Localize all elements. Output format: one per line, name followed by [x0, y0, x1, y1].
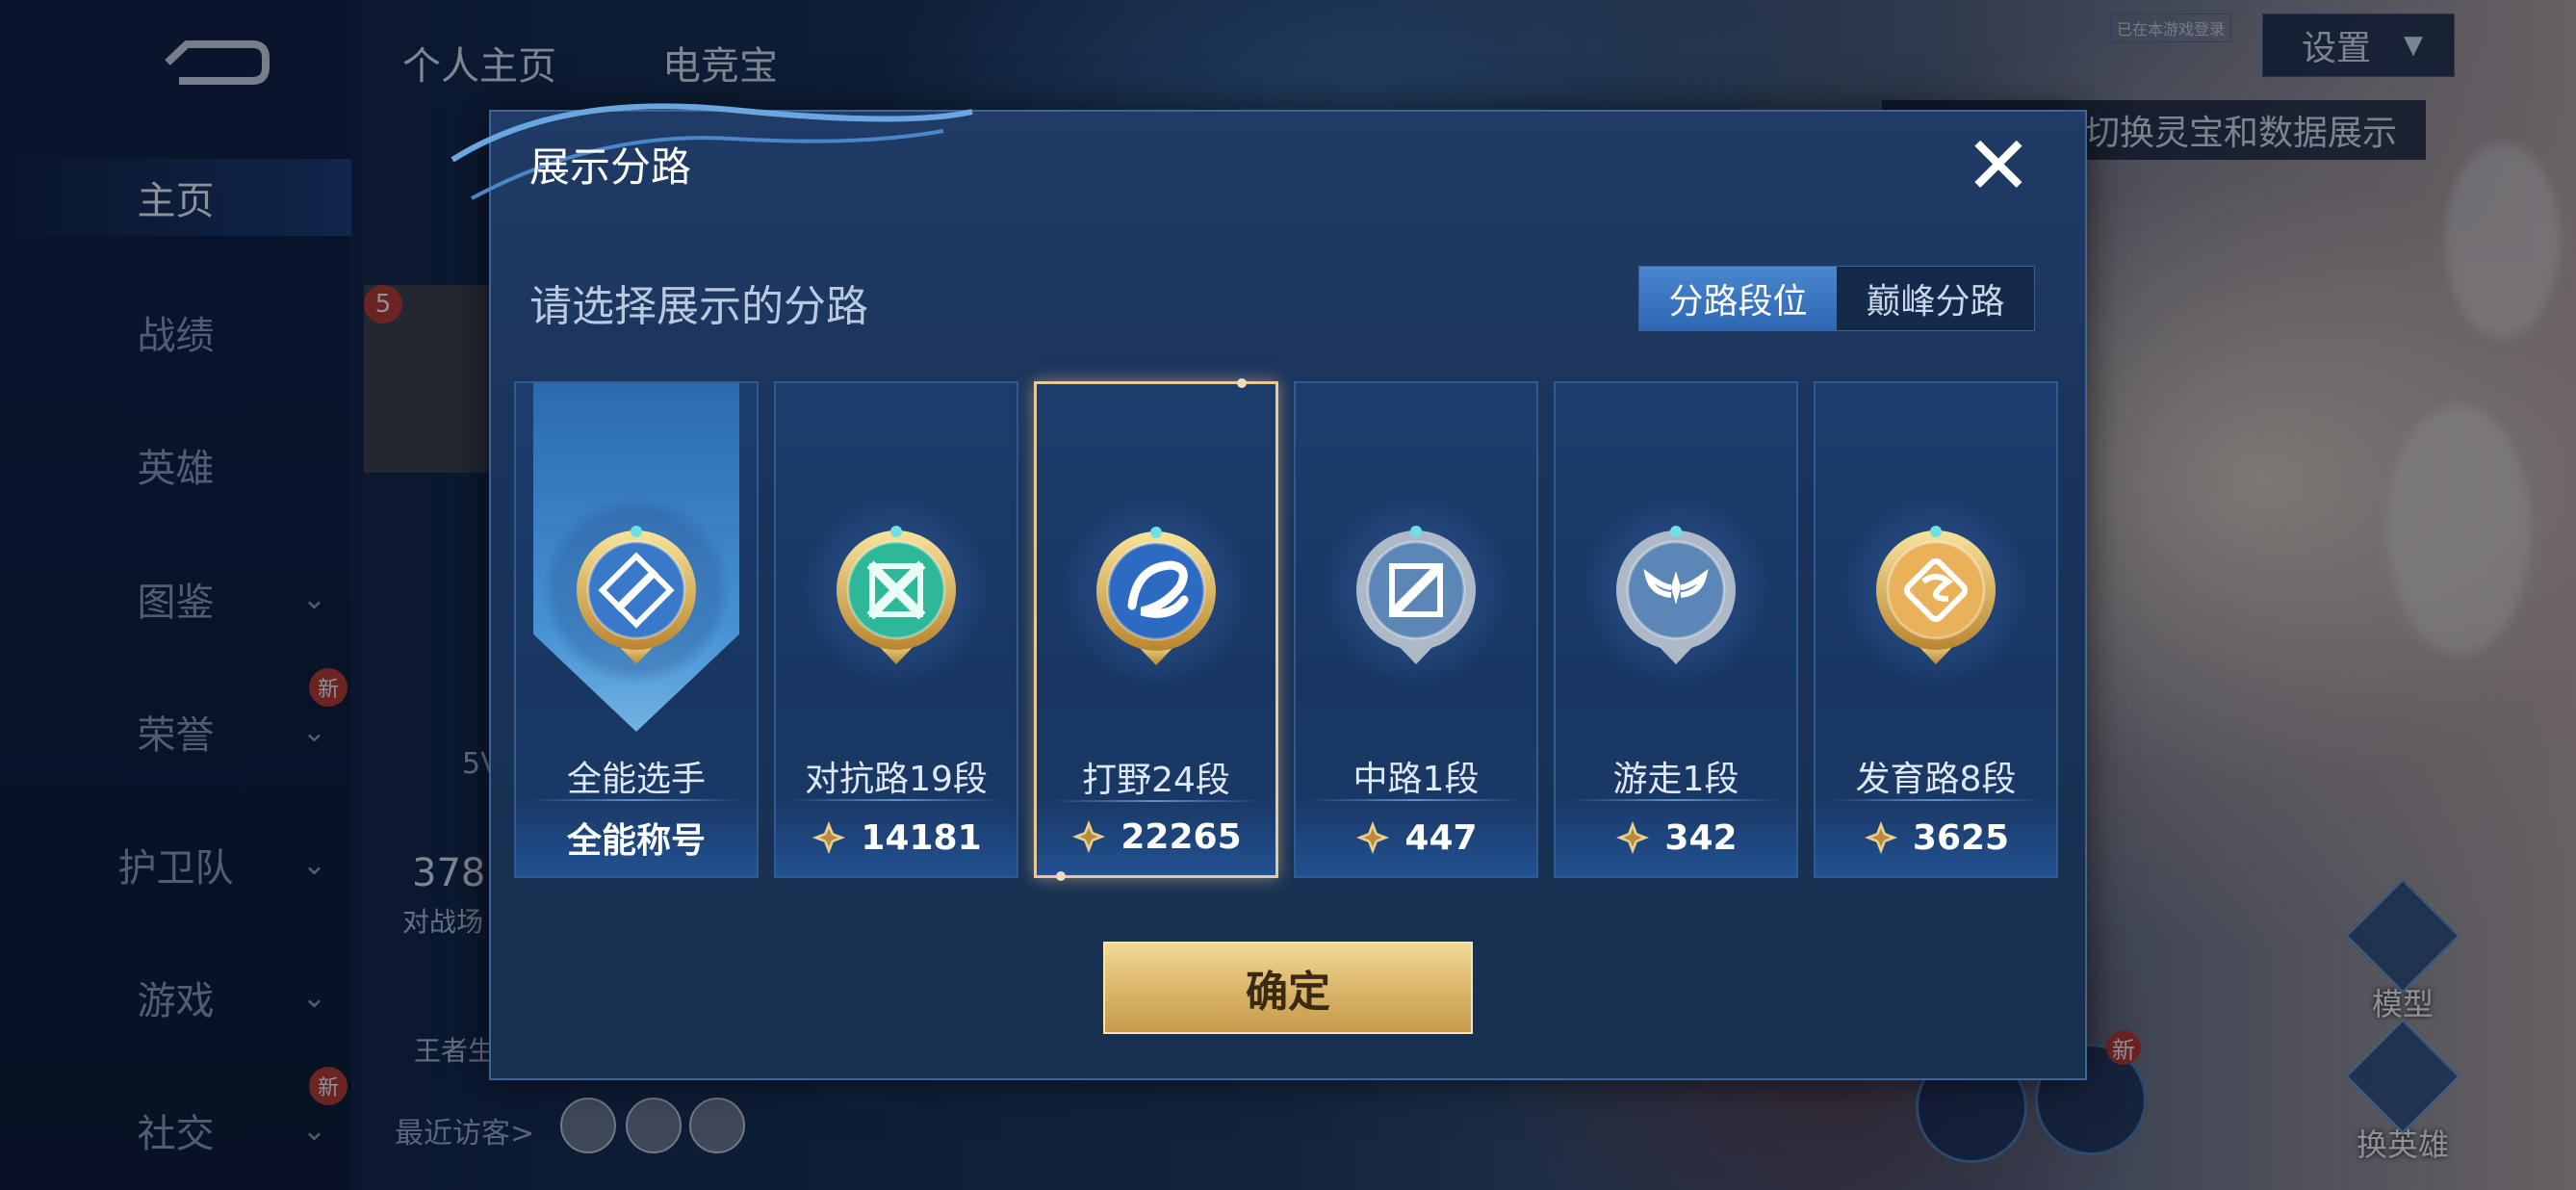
route-name: 中路1段 — [1352, 760, 1480, 799]
route-score-value: 3625 — [1912, 817, 2010, 858]
dialog-title: 展示分路 — [529, 143, 692, 191]
route-card[interactable]: 打野24段 22265 — [1034, 378, 1278, 881]
route-score-value: 全能称号 — [566, 821, 706, 861]
route-card[interactable]: 游走1段 342 — [1554, 381, 1798, 878]
route-card[interactable]: 对抗路19段 14181 — [774, 381, 1018, 878]
farm-lane-icon — [1864, 518, 2008, 672]
route-score-value: 22265 — [1121, 816, 1242, 857]
route-score-value: 342 — [1664, 817, 1738, 858]
segment-peak[interactable]: 巅峰分路 — [1837, 267, 2034, 330]
route-name: 打野24段 — [1082, 761, 1230, 800]
selection-corner-dot — [1056, 871, 1066, 881]
route-score-value: 447 — [1404, 817, 1478, 858]
route-score: 342 — [1556, 799, 1796, 876]
route-score: 全能称号 — [516, 799, 757, 876]
mid-lane-icon — [1344, 518, 1488, 672]
star-points-icon — [1070, 818, 1107, 855]
confirm-button[interactable]: 确定 — [1103, 942, 1473, 1034]
route-card[interactable]: 中路1段 447 — [1294, 381, 1538, 878]
route-score: 3625 — [1816, 799, 2056, 876]
route-display-dialog: 展示分路 ✕ 请选择展示的分路 分路段位 巅峰分路 全能选手 全能称号 对抗路19段… — [451, 103, 2087, 1080]
route-name: 全能选手 — [566, 760, 706, 799]
star-points-icon — [1354, 819, 1391, 856]
route-score-value: 14181 — [861, 817, 982, 858]
star-points-icon — [1863, 819, 1899, 856]
dialog-subtitle: 请选择展示的分路 — [529, 282, 868, 331]
star-points-icon — [811, 819, 847, 856]
roam-wings-icon — [1604, 518, 1748, 672]
route-card[interactable]: 全能选手 全能称号 — [514, 381, 759, 878]
segment-rank[interactable]: 分路段位 — [1639, 267, 1837, 330]
close-icon[interactable]: ✕ — [1960, 125, 2037, 206]
decorative-swirl — [451, 103, 973, 200]
route-card[interactable]: 发育路8段 3625 — [1814, 381, 2058, 878]
route-score: 447 — [1296, 799, 1536, 876]
route-score: 22265 — [1037, 798, 1275, 875]
star-points-icon — [1614, 819, 1651, 856]
route-name: 对抗路19段 — [805, 760, 988, 799]
selection-corner-dot — [1237, 378, 1247, 388]
route-name: 游走1段 — [1612, 760, 1739, 799]
route-type-segment: 分路段位 巅峰分路 — [1638, 266, 2035, 331]
clash-lane-icon — [824, 518, 968, 672]
jungle-dragon-icon — [1084, 519, 1228, 673]
route-score: 14181 — [776, 799, 1017, 876]
route-name: 发育路8段 — [1855, 760, 2017, 799]
all-round-icon — [564, 518, 708, 672]
